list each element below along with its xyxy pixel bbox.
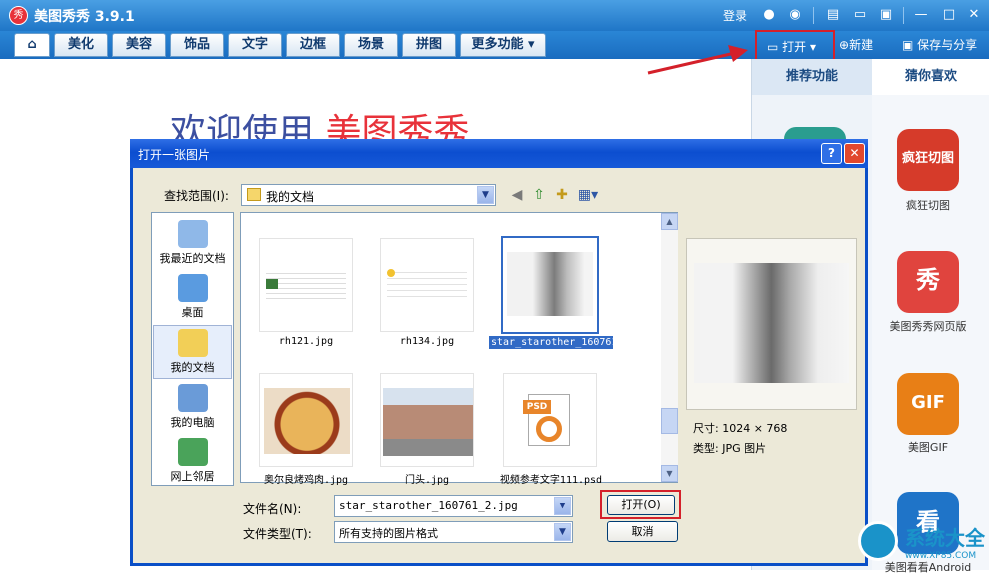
file-thumbnail-psd[interactable]: PSD [503,373,597,467]
open-image-dialog: 打开一张图片 ? ✕ 查找范围(I): 我的文档 ▼ ◀ ⇧ ✚ ▦▾ 我最近的… [130,139,868,566]
type-label: 类型: [693,442,719,455]
image-info: 尺寸: 1024 × 768 类型: JPG 图片 [693,419,787,459]
arrow-head [728,45,748,62]
file-name[interactable]: 门头.jpg [366,471,488,486]
back-icon[interactable]: ◀ [507,185,527,205]
file-thumbnail-pizza[interactable] [259,373,353,467]
view-menu-icon[interactable]: ▦▾ [575,185,601,205]
filename-label: 文件名(N): [243,502,302,516]
file-thumbnail-rh121[interactable] [259,238,353,332]
type-value: JPG 图片 [722,442,767,455]
dialog-close-icon[interactable]: ✕ [844,143,865,164]
arrow-line [647,51,736,75]
filetype-select[interactable]: 所有支持的图片格式 ▼ [334,521,573,543]
desktop-icon [177,274,208,302]
file-name[interactable]: rh121.jpg [245,336,367,347]
place-label: 我的文档 [170,361,215,374]
my-computer-icon [177,384,208,412]
scroll-up-icon[interactable]: ▲ [661,213,678,230]
look-in-select[interactable]: 我的文档 ▼ [241,184,496,206]
screenshot-preview [387,267,467,301]
image-preview [686,238,857,410]
file-thumbnail-star[interactable] [501,236,599,334]
my-documents-icon [177,329,208,357]
scroll-down-icon[interactable]: ▼ [661,465,678,482]
image-type-row: 类型: JPG 图片 [693,439,787,459]
image-size-row: 尺寸: 1024 × 768 [693,419,787,439]
file-thumbnail-storefront[interactable] [380,373,474,467]
size-label: 尺寸: [693,422,719,435]
screenshot-preview [266,269,346,299]
look-in-value: 我的文档 [266,190,315,204]
watermark: 系统大全 www.XP85.COM [853,519,989,570]
recent-documents-icon [177,220,208,248]
image-thumbnail [266,279,278,289]
chevron-down-icon[interactable]: ▼ [554,497,571,515]
chevron-down-icon[interactable]: ▼ [554,523,571,541]
look-in-label: 查找范围(I): [164,189,229,203]
dialog-cancel-button[interactable]: 取消 [607,521,678,542]
file-name[interactable]: 视频参考文字111.psd [489,471,613,486]
new-folder-icon[interactable]: ✚ [552,185,572,205]
psd-badge: PSD [523,400,551,414]
app-window: 秀 美图秀秀 3.9.1 登录 ● ◉ ▤ ▭ ▣ — □ ✕ ⌂ 美化 美容 … [0,0,989,574]
places-bar: 我最近的文档 桌面 我的文档 我的电脑 网上邻居 [151,212,234,486]
file-name[interactable]: 奥尔良烤鸡肉.jpg [245,471,367,486]
size-value: 1024 × 768 [722,422,788,435]
dialog-open-button[interactable]: 打开(O) [607,495,675,515]
network-icon [177,438,208,466]
place-my-documents[interactable]: 我的文档 [153,325,232,379]
place-network[interactable]: 网上邻居 [153,435,232,489]
place-label: 我最近的文档 [159,252,226,265]
filename-value: star_starother_160761_2.jpg [339,499,518,512]
open-button-highlight: 打开(O) [600,490,681,519]
file-list-scrollbar[interactable]: ▲ ▼ [661,213,678,482]
place-label: 我的电脑 [170,416,215,429]
file-name-selected[interactable]: star_starother_160761_2.jpg [489,336,654,349]
watermark-url: www.XP85.COM [905,551,977,561]
place-desktop[interactable]: 桌面 [153,271,232,325]
filetype-value: 所有支持的图片格式 [339,527,438,540]
place-label: 网上邻居 [170,470,215,483]
file-thumbnail-rh134[interactable] [380,238,474,332]
chevron-down-icon[interactable]: ▼ [477,186,494,204]
place-recent[interactable]: 我最近的文档 [153,217,232,271]
up-folder-icon[interactable]: ⇧ [529,185,549,205]
place-label: 桌面 [181,306,204,319]
emoji-icon [387,269,395,277]
portrait-photo [507,252,593,316]
storefront-photo [383,388,473,456]
file-name[interactable]: rh134.jpg [366,336,488,347]
media-disc-icon [536,416,562,442]
help-icon[interactable]: ? [821,143,842,164]
dialog-title: 打开一张图片 [130,139,868,168]
scroll-thumb[interactable] [661,408,678,434]
pizza-photo [264,388,350,454]
preview-photo [694,263,849,383]
watermark-logo-icon [858,521,898,561]
documents-folder-icon [247,188,261,201]
watermark-text: 系统大全 [905,526,985,550]
place-my-computer[interactable]: 我的电脑 [153,381,232,435]
file-list: rh121.jpg rh134.jpg star_starother_16076… [240,212,678,486]
filename-input[interactable]: star_starother_160761_2.jpg ▼ [334,495,573,517]
filetype-label: 文件类型(T): [243,527,312,541]
